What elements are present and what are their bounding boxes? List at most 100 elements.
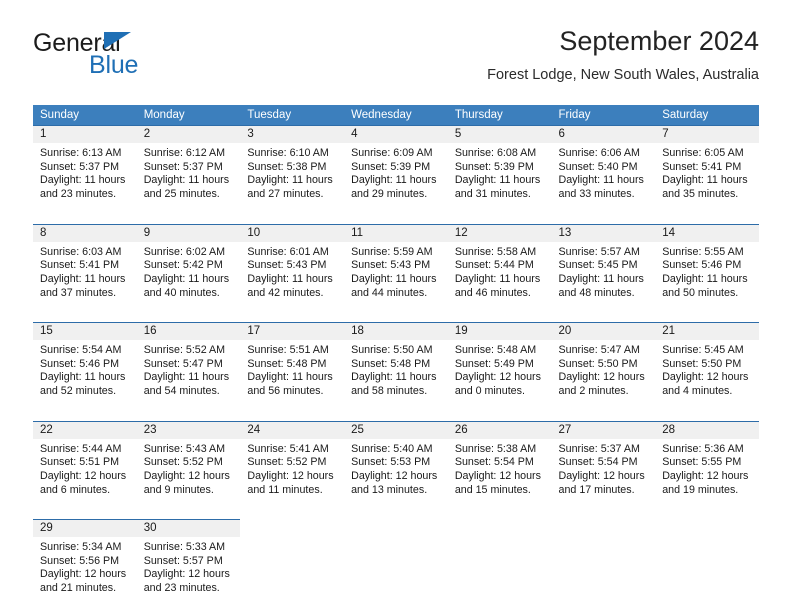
day-cell[interactable]: 2 Sunrise: 6:12 AM Sunset: 5:37 PM Dayli… [136, 125, 241, 216]
day-details: Sunrise: 6:10 AM Sunset: 5:38 PM Dayligh… [240, 143, 344, 202]
sunrise-text: Sunrise: 6:12 AM [143, 147, 226, 159]
daylight-text-line1: Daylight: 12 hours [454, 469, 541, 482]
day-number: 25 [351, 423, 364, 436]
day-cell[interactable]: 25 Sunrise: 5:40 AM Sunset: 5:53 PM Dayl… [344, 420, 448, 511]
sunrise-text: Sunrise: 6:10 AM [247, 147, 329, 159]
calendar-header-row: Sunday Monday Tuesday Wednesday Thursday… [33, 105, 759, 126]
daylight-text-line1: Daylight: 11 hours [662, 272, 748, 285]
day-cell[interactable]: 28 Sunrise: 5:36 AM Sunset: 5:55 PM Dayl… [655, 420, 759, 511]
day-cell[interactable]: 23 Sunrise: 5:43 AM Sunset: 5:52 PM Dayl… [136, 420, 241, 511]
daylight-text-line1: Daylight: 11 hours [247, 371, 333, 384]
sunset-text: Sunset: 5:51 PM [40, 456, 120, 469]
sunrise-text: Sunrise: 5:38 AM [454, 442, 537, 455]
sunset-text: Sunset: 5:45 PM [558, 259, 638, 272]
day-cell[interactable]: 22 Sunrise: 5:44 AM Sunset: 5:51 PM Dayl… [33, 420, 137, 511]
day-cell[interactable]: 30 Sunrise: 5:33 AM Sunset: 5:57 PM Dayl… [136, 519, 241, 610]
day-cell[interactable]: 16 Sunrise: 5:52 AM Sunset: 5:47 PM Dayl… [136, 322, 241, 413]
weekday-header-thursday: Thursday [447, 105, 552, 126]
day-cell[interactable]: 12 Sunrise: 5:58 AM Sunset: 5:44 PM Dayl… [447, 223, 552, 314]
daylight-text-line1: Daylight: 11 hours [351, 174, 437, 187]
sunset-text: Sunset: 5:39 PM [454, 160, 534, 173]
weekday-header-saturday: Saturday [655, 105, 759, 126]
day-cell[interactable]: 13 Sunrise: 5:57 AM Sunset: 5:45 PM Dayl… [551, 223, 656, 314]
day-details: Sunrise: 5:52 AM Sunset: 5:47 PM Dayligh… [137, 340, 241, 399]
daylight-text-line2: and 31 minutes. [454, 188, 531, 201]
day-cell[interactable]: 27 Sunrise: 5:37 AM Sunset: 5:54 PM Dayl… [551, 420, 656, 511]
page-header: General Blue September 2024 Forest Lodge… [33, 24, 759, 96]
day-details: Sunrise: 6:13 AM Sunset: 5:37 PM Dayligh… [33, 143, 137, 202]
daylight-text-line2: and 4 minutes. [662, 385, 733, 398]
day-cell[interactable]: 29 Sunrise: 5:34 AM Sunset: 5:56 PM Dayl… [33, 519, 137, 610]
sunrise-text: Sunrise: 5:48 AM [454, 344, 537, 356]
day-cell[interactable]: 10 Sunrise: 6:01 AM Sunset: 5:43 PM Dayl… [240, 223, 345, 314]
day-cell[interactable]: 6 Sunrise: 6:06 AM Sunset: 5:40 PM Dayli… [551, 125, 656, 216]
day-cell[interactable]: 7 Sunrise: 6:05 AM Sunset: 5:41 PM Dayli… [655, 125, 759, 216]
day-details: Sunrise: 5:43 AM Sunset: 5:52 PM Dayligh… [137, 439, 241, 498]
day-cell[interactable]: 3 Sunrise: 6:10 AM Sunset: 5:38 PM Dayli… [240, 125, 345, 216]
day-details: Sunrise: 5:45 AM Sunset: 5:50 PM Dayligh… [655, 340, 759, 399]
calendar-week-row: 15 Sunrise: 5:54 AM Sunset: 5:46 PM Dayl… [33, 322, 759, 413]
daylight-text-line1: Daylight: 12 hours [662, 469, 749, 482]
daylight-text-line2: and 21 minutes. [40, 582, 117, 595]
daylight-text-line2: and 35 minutes. [662, 188, 739, 201]
daylight-text-line1: Daylight: 11 hours [143, 272, 230, 285]
day-cell[interactable]: 11 Sunrise: 5:59 AM Sunset: 5:43 PM Dayl… [344, 223, 448, 314]
daylight-text-line2: and 33 minutes. [558, 188, 635, 201]
day-details: Sunrise: 5:58 AM Sunset: 5:44 PM Dayligh… [448, 242, 552, 301]
daylight-text-line1: Daylight: 12 hours [247, 469, 334, 482]
daylight-text-line1: Daylight: 11 hours [40, 371, 126, 384]
day-details: Sunrise: 5:54 AM Sunset: 5:46 PM Dayligh… [33, 340, 137, 399]
day-cell[interactable]: 9 Sunrise: 6:02 AM Sunset: 5:42 PM Dayli… [136, 223, 241, 314]
day-number: 21 [662, 325, 676, 337]
sunrise-text: Sunrise: 5:36 AM [662, 442, 744, 455]
day-cell[interactable]: 15 Sunrise: 5:54 AM Sunset: 5:46 PM Dayl… [33, 322, 137, 413]
daylight-text-line1: Daylight: 11 hours [454, 174, 541, 187]
brand-logo[interactable]: General Blue [33, 30, 233, 86]
day-cell[interactable]: 21 Sunrise: 5:45 AM Sunset: 5:50 PM Dayl… [655, 322, 759, 413]
sunrise-text: Sunrise: 5:43 AM [143, 442, 226, 455]
day-number: 7 [662, 128, 669, 140]
sunset-text: Sunset: 5:39 PM [351, 160, 431, 173]
daylight-text-line2: and 52 minutes. [40, 385, 117, 398]
day-number: 15 [40, 325, 53, 337]
day-number: 30 [143, 522, 157, 534]
daylight-text-line1: Daylight: 11 hours [558, 272, 644, 285]
day-cell[interactable]: 17 Sunrise: 5:51 AM Sunset: 5:48 PM Dayl… [240, 322, 345, 413]
day-cell[interactable]: 20 Sunrise: 5:47 AM Sunset: 5:50 PM Dayl… [551, 322, 656, 413]
day-cell[interactable]: 18 Sunrise: 5:50 AM Sunset: 5:48 PM Dayl… [344, 322, 448, 413]
day-cell[interactable]: 8 Sunrise: 6:03 AM Sunset: 5:41 PM Dayli… [33, 223, 137, 314]
sunset-text: Sunset: 5:37 PM [40, 160, 120, 173]
day-details: Sunrise: 5:57 AM Sunset: 5:45 PM Dayligh… [552, 242, 656, 301]
day-cell[interactable]: 4 Sunrise: 6:09 AM Sunset: 5:39 PM Dayli… [344, 125, 448, 216]
day-number: 8 [40, 226, 47, 239]
day-cell[interactable]: 19 Sunrise: 5:48 AM Sunset: 5:49 PM Dayl… [447, 322, 552, 413]
sunset-text: Sunset: 5:41 PM [662, 160, 742, 173]
sunset-text: Sunset: 5:56 PM [40, 554, 120, 567]
sunset-text: Sunset: 5:50 PM [558, 357, 638, 370]
day-details: Sunrise: 6:08 AM Sunset: 5:39 PM Dayligh… [448, 143, 552, 202]
sunrise-text: Sunrise: 6:03 AM [40, 245, 122, 258]
day-details: Sunrise: 6:02 AM Sunset: 5:42 PM Dayligh… [137, 242, 241, 301]
day-number: 18 [351, 325, 364, 337]
week-spacer-cell [33, 412, 759, 421]
day-number: 3 [247, 128, 254, 140]
daylight-text-line2: and 50 minutes. [662, 286, 739, 299]
daylight-text-line1: Daylight: 12 hours [558, 371, 645, 384]
daylight-text-line2: and 0 minutes. [454, 385, 525, 398]
day-cell[interactable]: 26 Sunrise: 5:38 AM Sunset: 5:54 PM Dayl… [447, 420, 552, 511]
sunset-text: Sunset: 5:44 PM [454, 259, 534, 272]
day-cell[interactable]: 24 Sunrise: 5:41 AM Sunset: 5:52 PM Dayl… [240, 420, 345, 511]
day-number: 1 [40, 128, 47, 140]
day-number: 16 [143, 325, 157, 337]
calendar-grid: Sunday Monday Tuesday Wednesday Thursday… [33, 105, 759, 610]
sunset-text: Sunset: 5:48 PM [351, 357, 431, 370]
day-number: 12 [454, 226, 468, 239]
day-cell[interactable]: 1 Sunrise: 6:13 AM Sunset: 5:37 PM Dayli… [33, 125, 137, 216]
day-details: Sunrise: 5:33 AM Sunset: 5:57 PM Dayligh… [137, 537, 241, 596]
day-cell[interactable]: 14 Sunrise: 5:55 AM Sunset: 5:46 PM Dayl… [655, 223, 759, 314]
sunset-text: Sunset: 5:43 PM [351, 259, 431, 272]
title-block: September 2024 Forest Lodge, New South W… [487, 24, 759, 86]
day-details: Sunrise: 6:06 AM Sunset: 5:40 PM Dayligh… [552, 143, 656, 202]
daylight-text-line1: Daylight: 12 hours [454, 371, 541, 384]
day-cell[interactable]: 5 Sunrise: 6:08 AM Sunset: 5:39 PM Dayli… [447, 125, 552, 216]
